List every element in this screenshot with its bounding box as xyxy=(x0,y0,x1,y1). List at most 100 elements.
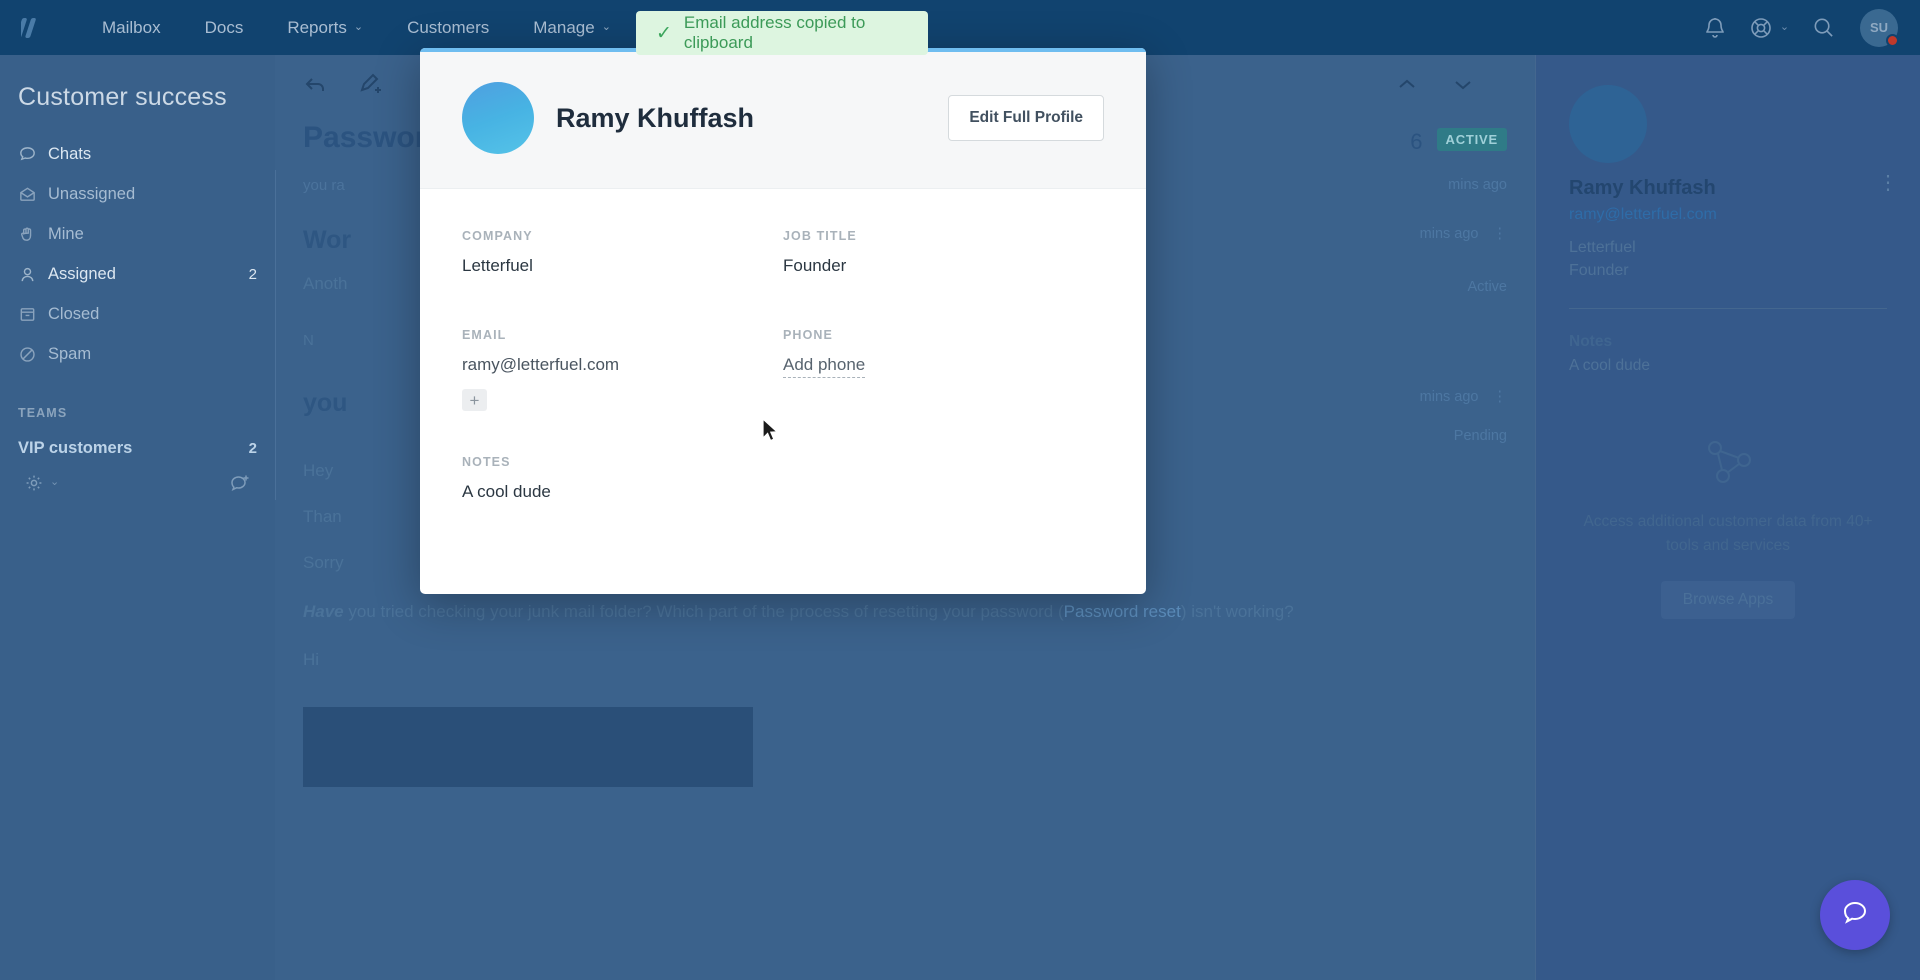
customer-name: Ramy Khuffash xyxy=(556,102,755,133)
top-bar-actions: ⌄ SU xyxy=(1688,0,1920,55)
person-icon xyxy=(18,265,48,284)
field-label: JOB TITLE xyxy=(783,229,857,243)
field-label: PHONE xyxy=(783,328,833,342)
edit-note-icon[interactable] xyxy=(359,55,415,115)
apps-promo-text: Access additional customer data from 40+… xyxy=(1583,512,1873,555)
field-email: EMAIL ramy@letterfuel.com + xyxy=(462,328,783,411)
customer-notes-value: A cool dude xyxy=(1569,356,1651,374)
message-paragraph: Have you tried checking your junk mail f… xyxy=(303,599,1507,625)
browse-apps-button[interactable]: Browse Apps xyxy=(1660,581,1796,620)
new-conversation-icon[interactable] xyxy=(229,472,251,494)
open-envelope-icon xyxy=(18,185,48,204)
notification-badge xyxy=(1886,33,1899,47)
previous-conversation-icon[interactable] xyxy=(1395,55,1451,115)
nav-item-reports[interactable]: Reports ⌄ xyxy=(265,0,385,55)
nav-item-manage[interactable]: Manage ⌄ xyxy=(511,0,633,55)
message-time: mins ago xyxy=(1419,388,1479,405)
sidebar-title: Customer success xyxy=(18,83,227,111)
message-time: mins ago xyxy=(1419,226,1479,242)
customer-name: Ramy Khuffash xyxy=(1569,177,1716,199)
customer-email[interactable]: ramy@letterfuel.com xyxy=(1569,206,1887,224)
customer-notes-label: Notes xyxy=(1569,332,1613,350)
archive-box-icon xyxy=(18,305,48,324)
field-company: COMPANY Letterfuel xyxy=(462,229,783,276)
no-entry-icon xyxy=(18,345,48,364)
chevron-down-icon: ⌄ xyxy=(50,476,60,488)
nav-item-customers[interactable]: Customers xyxy=(385,0,511,55)
mouse-cursor xyxy=(762,417,780,449)
sidebar: Customer success Chats Unassigned Mine A… xyxy=(0,55,275,980)
field-row-company-jobtitle: COMPANY Letterfuel JOB TITLE Founder xyxy=(462,229,1104,276)
apps-promo: Access additional customer data from 40+… xyxy=(1536,375,1920,620)
sidebar-item-label: Chats xyxy=(48,144,92,163)
message-kebab-icon[interactable]: ⋮ xyxy=(1493,389,1508,405)
add-phone-button[interactable]: Add phone xyxy=(783,355,866,378)
sidebar-item-mine[interactable]: Mine xyxy=(0,214,275,254)
sidebar-footer: ⌄ xyxy=(0,455,275,510)
sidebar-section-teams: TEAMS xyxy=(18,406,68,420)
customer-side-panel: ⋮ Ramy Khuffash ramy@letterfuel.com Lett… xyxy=(1535,55,1920,980)
toast-message: Email address copied to clipboard xyxy=(683,13,866,52)
chevron-down-icon: ⌄ xyxy=(601,21,611,33)
chat-help-icon xyxy=(1839,897,1871,934)
paragraph-rest: you tried checking your junk mail folder… xyxy=(343,601,1064,621)
paragraph-tail: ) isn't working? xyxy=(1180,601,1294,621)
field-value[interactable]: Letterfuel xyxy=(462,256,783,276)
conversation-nav-buttons xyxy=(1395,55,1507,115)
search-icon[interactable] xyxy=(1796,0,1850,55)
user-avatar[interactable]: SU xyxy=(1860,8,1899,47)
sidebar-item-unassigned[interactable]: Unassigned xyxy=(0,174,275,214)
message-status: Pending xyxy=(1453,427,1507,444)
lifebuoy-icon[interactable]: ⌄ xyxy=(1742,0,1796,55)
sidebar-item-assigned[interactable]: Assigned 2 xyxy=(0,254,275,294)
add-email-button[interactable]: + xyxy=(462,389,487,411)
chevron-down-icon: ⌄ xyxy=(1779,21,1790,33)
sidebar-item-label: Unassigned xyxy=(48,184,136,203)
edit-full-profile-button[interactable]: Edit Full Profile xyxy=(948,95,1104,141)
modal-body: COMPANY Letterfuel JOB TITLE Founder EMA… xyxy=(420,189,1146,502)
message-title: Wor xyxy=(303,226,352,254)
help-chat-button[interactable] xyxy=(1820,880,1890,950)
sidebar-item-label: Mine xyxy=(48,224,84,243)
message-kebab-icon[interactable]: ⋮ xyxy=(1493,226,1508,242)
conversation-id: 6 xyxy=(1410,129,1423,154)
nav-label: Manage xyxy=(533,17,595,37)
field-value[interactable]: Founder xyxy=(783,256,1104,276)
bell-icon[interactable] xyxy=(1688,0,1742,55)
field-notes: NOTES A cool dude xyxy=(462,455,1104,502)
field-value[interactable]: ramy@letterfuel.com xyxy=(462,355,783,375)
hand-icon xyxy=(18,225,48,244)
message-title: you xyxy=(303,388,348,417)
field-value[interactable]: A cool dude xyxy=(462,482,1104,502)
customer-profile-modal: Ramy Khuffash Edit Full Profile COMPANY … xyxy=(420,48,1146,594)
nav-label: Customers xyxy=(407,17,490,37)
helpscout-logo-icon[interactable] xyxy=(18,11,52,45)
nav-label: Docs xyxy=(204,17,244,37)
next-conversation-icon[interactable] xyxy=(1451,55,1507,115)
customer-company: Letterfuel xyxy=(1569,239,1636,256)
top-navigation-bar: Mailbox Docs Reports ⌄ Customers Manage … xyxy=(0,0,1920,55)
kebab-menu-icon[interactable]: ⋮ xyxy=(1878,173,1898,193)
message-snippet: Hi xyxy=(303,649,320,669)
nav-item-docs[interactable]: Docs xyxy=(183,0,266,55)
customer-avatar xyxy=(462,82,534,154)
sidebar-team-count: 2 xyxy=(248,439,257,457)
sidebar-item-count: 2 xyxy=(248,265,257,283)
sidebar-item-label: Assigned xyxy=(48,264,116,283)
nav-label: Mailbox xyxy=(102,17,161,37)
pane-divider xyxy=(275,170,276,500)
customer-job-title: Founder xyxy=(1569,261,1629,279)
nav-item-mailbox[interactable]: Mailbox xyxy=(80,0,183,55)
chat-bubble-icon xyxy=(18,145,48,164)
sidebar-item-closed[interactable]: Closed xyxy=(0,294,275,334)
sidebar-item-label: Closed xyxy=(48,304,100,323)
main-nav: Mailbox Docs Reports ⌄ Customers Manage … xyxy=(80,0,633,55)
customer-avatar xyxy=(1569,85,1647,163)
toast-notification: ✓ Email address copied to clipboard xyxy=(636,11,928,55)
field-job-title: JOB TITLE Founder xyxy=(783,229,1104,276)
gear-icon[interactable] xyxy=(24,473,44,493)
sidebar-item-spam[interactable]: Spam xyxy=(0,334,275,374)
password-reset-link[interactable]: Password reset xyxy=(1064,602,1181,621)
back-arrow-icon[interactable] xyxy=(303,55,359,115)
sidebar-item-chats[interactable]: Chats xyxy=(0,134,275,174)
